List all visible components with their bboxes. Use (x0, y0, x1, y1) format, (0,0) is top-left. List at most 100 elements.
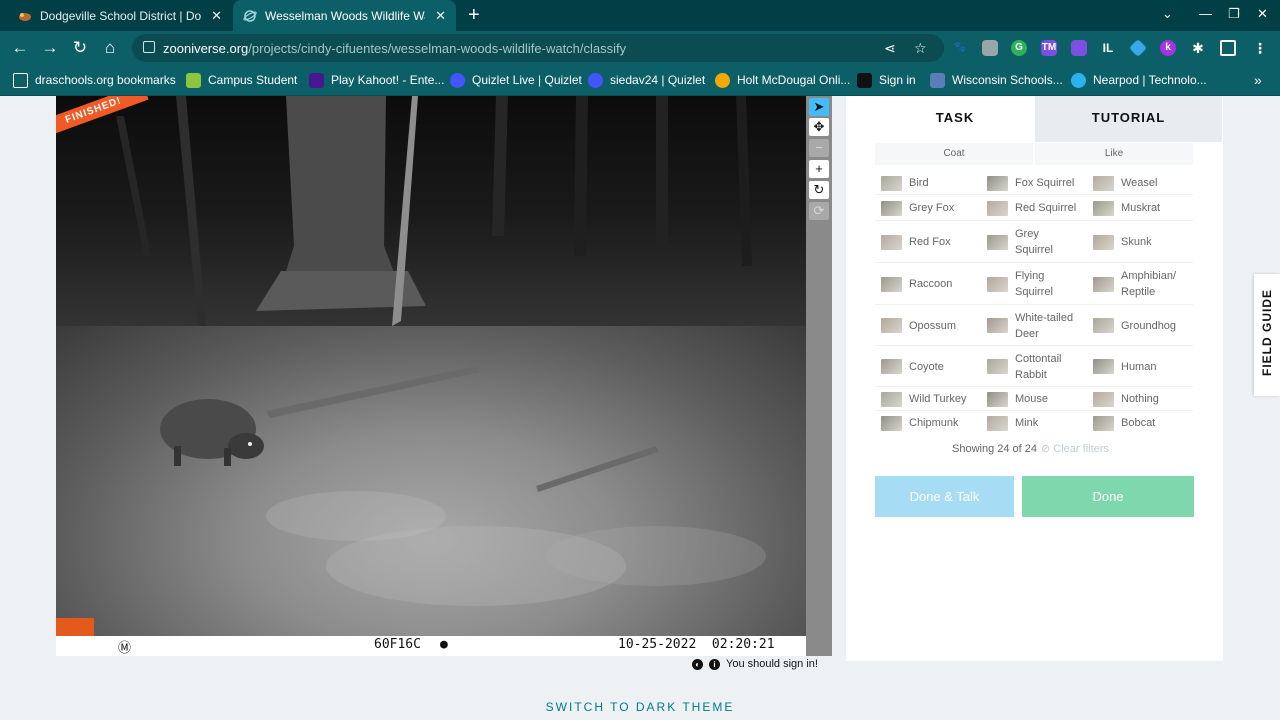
species-choice[interactable]: Opossum (881, 305, 956, 346)
home-icon[interactable]: ⌂ (99, 37, 121, 59)
forest-scene (116, 96, 766, 606)
reset-icon[interactable]: ⟳ (809, 202, 829, 220)
species-choice[interactable]: Chipmunk (881, 411, 959, 435)
extension-docs-icon[interactable] (982, 40, 998, 56)
move-tool-icon[interactable]: ✥ (809, 118, 829, 136)
bookmark-signin[interactable]: Sign in (857, 71, 916, 89)
nearpod-icon (1071, 72, 1086, 88)
species-choice[interactable]: Red Fox (881, 221, 951, 263)
bookmark-wisconsin[interactable]: Wisconsin Schools... (930, 71, 1063, 89)
species-choice[interactable]: Muskrat (1093, 195, 1160, 221)
back-arrow-icon[interactable]: ← (9, 37, 31, 59)
species-thumbnail (987, 200, 1008, 216)
new-tab-button[interactable]: + (468, 4, 480, 26)
restore-icon[interactable]: ❐ (1228, 6, 1240, 22)
field-guide-tab[interactable]: FIELD GUIDE (1254, 274, 1280, 396)
tab-wesselman[interactable]: Wesselman Woods Wildlife Wat ✕ (233, 0, 456, 31)
minimize-icon[interactable]: — (1199, 6, 1212, 21)
species-choice[interactable]: Grey Squirrel (987, 221, 1053, 263)
reload-icon[interactable]: ↻ (69, 37, 91, 59)
share-icon[interactable]: ⋖ (884, 40, 896, 57)
close-window-icon[interactable]: ✕ (1257, 6, 1268, 22)
extension-g-icon[interactable]: G (1011, 40, 1027, 56)
species-choice[interactable]: Mink (987, 411, 1038, 435)
menu-kebab-icon[interactable]: ⋮ (1252, 40, 1268, 56)
species-thumbnail (1093, 200, 1114, 216)
species-label: Muskrat (1121, 202, 1161, 214)
bookmark-siedav24[interactable]: siedav24 | Quizlet (588, 71, 705, 89)
done-and-talk-button[interactable]: Done & Talk (875, 476, 1014, 517)
side-panel-icon[interactable] (1220, 40, 1236, 56)
species-choice[interactable]: Mouse (987, 387, 1048, 411)
bookmark-nearpod[interactable]: Nearpod | Technolo... (1071, 71, 1207, 89)
tab-dodgeville[interactable]: Dodgeville School District | Dodg ✕ (8, 0, 232, 31)
species-thumbnail (987, 318, 1008, 333)
species-choice[interactable]: Bobcat (1093, 411, 1155, 435)
site-info-icon[interactable] (143, 41, 155, 53)
pointer-tool-icon[interactable]: ➤ (809, 98, 829, 116)
extension-il-icon[interactable]: IL (1100, 40, 1116, 56)
filter-like[interactable]: Like (1035, 143, 1193, 165)
species-label: Mouse (1015, 393, 1049, 405)
species-choice[interactable]: Cottontail Rabbit (987, 346, 1061, 387)
bookmark-campus[interactable]: Campus Student (186, 71, 297, 89)
tab-close-icon[interactable]: ✕ (435, 8, 446, 24)
swoosh-icon (857, 72, 872, 88)
done-button[interactable]: Done (1022, 476, 1194, 517)
extension-tm-icon[interactable]: TM (1041, 40, 1057, 56)
address-bar[interactable]: zooniverse.org/projects/cindy-cifuentes/… (132, 34, 944, 62)
switch-dark-theme-link[interactable]: SWITCH TO DARK THEME (0, 700, 1280, 714)
invert-icon[interactable]: ◐ (692, 658, 703, 670)
tab-close-icon[interactable]: ✕ (211, 8, 222, 24)
extensions-puzzle-icon[interactable]: ✱ (1190, 40, 1206, 56)
species-thumbnail (1093, 391, 1114, 407)
forward-arrow-icon[interactable]: → (39, 37, 61, 59)
tab-search-chevron-icon[interactable]: ⌄ (1162, 6, 1173, 22)
species-choice[interactable]: Fox Squirrel (987, 171, 1074, 195)
species-choice[interactable]: Groundhog (1093, 305, 1176, 346)
species-choice[interactable]: Human (1093, 346, 1156, 387)
zoom-in-icon[interactable]: + (809, 160, 829, 178)
bookmark-quizlet-live[interactable]: Quizlet Live | Quizlet (450, 71, 582, 89)
species-choice[interactable]: Raccoon (881, 263, 952, 305)
species-choice[interactable]: Coyote (881, 346, 944, 387)
species-choice[interactable]: Wild Turkey (881, 387, 966, 411)
info-icon[interactable]: i (709, 658, 720, 670)
bookmarks-overflow-icon[interactable]: » (1254, 71, 1262, 89)
species-label: Bobcat (1121, 417, 1156, 429)
bookmark-holt[interactable]: Holt McDougal Onli... (715, 71, 850, 89)
folder-icon (13, 72, 28, 88)
bookmark-star-icon[interactable]: ☆ (914, 40, 927, 57)
species-thumbnail (881, 359, 902, 374)
species-label: Opossum (909, 319, 957, 332)
rotate-icon[interactable]: ↻ (809, 181, 829, 199)
filter-bar: Coat Like (875, 143, 1193, 165)
extension-bookmark-icon[interactable] (1071, 40, 1087, 56)
capture-datetime: 10-25-2022 02:20:21 (618, 637, 775, 652)
subject-image[interactable]: FINISHED! Bushnell Ⓜ 60F16C ● 10-25-2022… (56, 96, 806, 656)
species-choice[interactable]: Bird (881, 171, 929, 195)
filter-coat[interactable]: Coat (875, 143, 1033, 165)
species-choice[interactable]: Weasel (1093, 171, 1157, 195)
extension-k-icon[interactable]: k (1160, 40, 1176, 56)
species-choice[interactable]: Grey Fox (881, 195, 954, 221)
tab-task[interactable]: TASK (875, 96, 1035, 142)
species-thumbnail (1093, 175, 1114, 191)
species-choice[interactable]: Skunk (1093, 221, 1152, 263)
species-choice[interactable]: White-tailed Deer (987, 305, 1073, 346)
species-choice[interactable]: Flying Squirrel (987, 263, 1053, 305)
species-choice[interactable]: Amphibian/ Reptile (1093, 263, 1176, 305)
species-label: Cottontail Rabbit (1015, 352, 1062, 381)
species-choice[interactable]: Nothing (1093, 387, 1159, 411)
species-label: Coyote (909, 360, 944, 373)
species-label: Grey Squirrel (1015, 228, 1053, 256)
clear-filters-link[interactable]: ⊘ Clear filters (1041, 443, 1109, 455)
extension-paw-icon[interactable]: 🐾 (952, 40, 968, 56)
species-choice[interactable]: Red Squirrel (987, 195, 1076, 221)
tab-tutorial[interactable]: TUTORIAL (1035, 96, 1222, 142)
species-thumbnail (1093, 276, 1114, 292)
bookmark-kahoot[interactable]: Play Kahoot! - Ente... (309, 71, 444, 89)
bookmark-draschools[interactable]: draschools.org bookmarks (13, 71, 176, 89)
species-thumbnail (1093, 318, 1114, 333)
zoom-out-icon[interactable]: − (809, 139, 829, 157)
